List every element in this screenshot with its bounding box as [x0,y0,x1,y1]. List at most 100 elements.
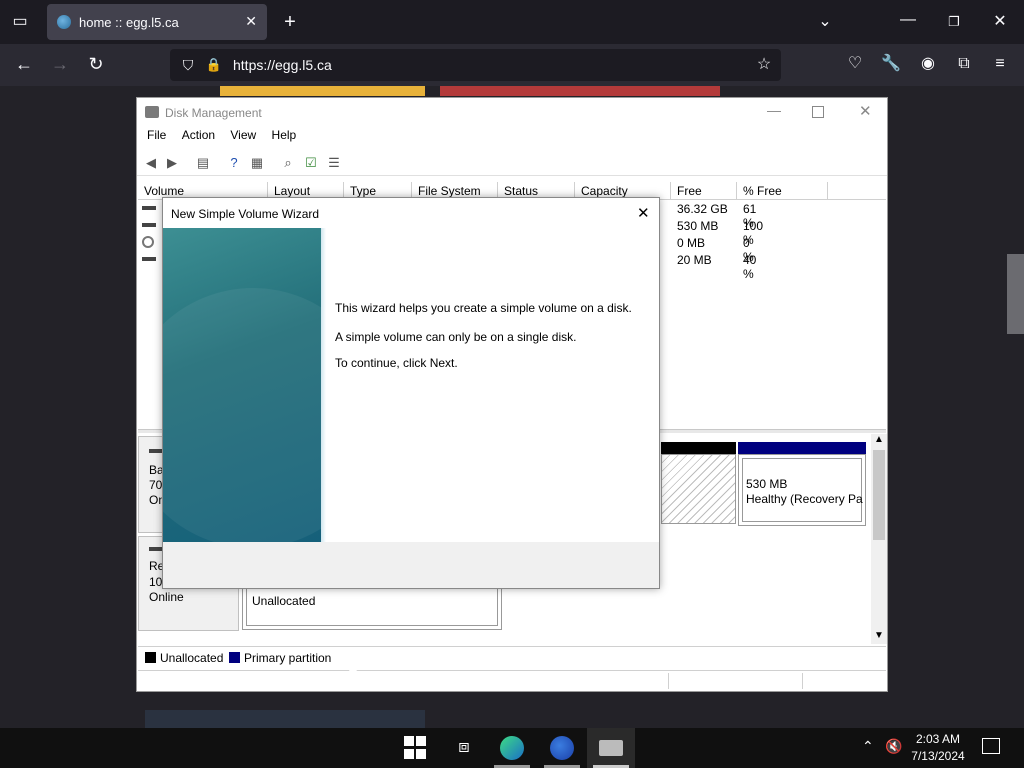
partition-header-unallocated [661,442,736,454]
legend-swatch-unallocated [145,652,156,663]
forward-icon[interactable]: ▶ [164,155,180,171]
legend-unallocated: Unallocated [160,651,224,665]
reload-icon[interactable]: ↻ [86,54,106,74]
extensions-icon[interactable]: ⧉ [954,54,974,74]
firefox-icon[interactable] [550,736,574,760]
partition-size: 530 MB [746,477,788,491]
wrench-icon[interactable]: 🔧 [881,54,901,74]
drive-icon [149,449,163,453]
dm-title: Disk Management [165,106,262,120]
status-bar [138,670,886,691]
menu-view[interactable]: View [230,128,256,142]
table-row[interactable]: 20 MB 40 % [677,253,756,281]
scroll-down-icon[interactable]: ▼ [874,630,884,641]
restore-icon[interactable]: ❐ [944,12,964,32]
col-free-space[interactable]: Free Spa... [671,182,737,216]
disk-view-scroll-thumb[interactable] [873,450,885,540]
menu-icon[interactable]: ≡ [990,54,1010,74]
page-image-strip [145,710,425,730]
wizard-body: This wizard helps you create a simple vo… [163,228,659,542]
status-divider [802,673,803,689]
table-row[interactable]: 36.32 GB 61 % [677,202,756,230]
status-divider [668,673,669,689]
close-icon[interactable]: ✕ [859,102,872,120]
close-window-icon[interactable]: ✕ [990,12,1010,32]
tab-overflow-icon[interactable]: ⌄ [815,12,835,32]
back-icon[interactable]: ◀ [143,155,159,171]
unallocated-label: Unallocated [252,594,316,608]
browser-tab[interactable]: home :: egg.l5.ca ✕ [47,4,267,40]
unallocated-partition[interactable]: Unallocated [242,584,502,630]
windows-start-icon[interactable] [404,736,428,760]
chevron-up-icon[interactable]: ⌃ [862,738,874,755]
page-scrollbar[interactable] [1007,254,1024,334]
clock-time: 2:03 AM [915,732,961,746]
check-icon[interactable]: ☑ [303,155,319,171]
partition-status: Healthy (Recovery Pa [746,492,863,506]
menu-action[interactable]: Action [182,128,215,142]
lock-icon[interactable]: 🔒 [204,55,224,75]
free-space-cell: 20 MB [677,253,712,267]
back-icon[interactable]: ← [14,54,34,74]
url-bar[interactable]: ⛉ 🔒 https://egg.l5.ca ☆ [170,49,781,81]
globe-icon [57,15,71,29]
table-row[interactable]: 530 MB 100 % [677,219,763,247]
windows-taskbar: ⧈ ⌃ 🔇 [0,728,1024,768]
wizard-title: New Simple Volume Wizard [171,207,320,221]
legend-bar: Unallocated Primary partition [138,646,886,668]
menu-help[interactable]: Help [272,128,297,142]
page-image-strip [440,86,720,96]
legend-swatch-primary [229,652,240,663]
tab-list-icon[interactable]: ▭ [10,12,30,32]
volume-muted-icon[interactable]: 🔇 [885,738,902,755]
drive-icon [142,257,156,261]
maximize-icon[interactable] [812,106,824,118]
console-tree-icon[interactable]: ▤ [195,155,211,171]
help-icon[interactable]: ? [226,155,242,171]
table-row[interactable]: 0 MB 0 % [677,236,754,264]
partition-hatched[interactable] [661,454,736,524]
free-space-cell: 530 MB [677,219,719,233]
disc-icon [142,236,154,248]
disk-management-icon[interactable] [599,740,623,756]
pct-free-cell: 40 % [743,253,757,281]
new-simple-volume-wizard: New Simple Volume Wizard ✕ This wizard h… [162,197,660,589]
close-icon[interactable]: ✕ [637,204,650,222]
forward-icon[interactable]: → [50,54,70,74]
free-space-cell: 0 MB [677,236,706,250]
task-view-icon[interactable]: ⧈ [452,736,476,760]
disk-management-icon [145,106,159,118]
minimize-icon[interactable]: — [898,10,918,30]
dm-toolbar: ◀ ▶ ▤ ? ▦ ⌕ ☑ ☰ [137,150,887,176]
menu-file[interactable]: File [147,128,166,142]
new-tab-icon[interactable]: + [280,12,300,32]
wizard-intro-line2: A simple volume can only be on a single … [335,330,577,344]
dm-title-bar: Disk Management — ✕ [137,98,887,126]
wizard-intro-line3: To continue, click Next. [335,356,458,370]
pocket-icon[interactable]: ♡ [845,54,865,74]
browser-tab-bar: ▭ home :: egg.l5.ca ✕ + ⌄ — ❐ ✕ [0,0,1024,44]
free-space-cell: 36.32 GB [677,202,728,216]
rescan-icon[interactable]: ⌕ [280,155,296,171]
shield-icon[interactable]: ⛉ [178,55,198,75]
notification-icon[interactable] [982,738,1000,754]
wizard-banner-edge [321,228,326,542]
wizard-intro-line1: This wizard helps you create a simple vo… [335,301,632,315]
legend-primary: Primary partition [244,651,332,665]
drive-icon [142,206,156,210]
col-pct-free[interactable]: % Free [737,182,828,200]
wizard-title-bar: New Simple Volume Wizard ✕ [163,198,659,228]
list-icon[interactable]: ☰ [326,155,342,171]
star-icon[interactable]: ☆ [754,55,774,75]
properties-icon[interactable]: ▦ [249,155,265,171]
disk1-status: Online [149,590,184,604]
taskbar-clock[interactable]: 2:03 AM 7/13/2024 [906,731,970,765]
minimize-icon[interactable]: — [767,102,781,118]
partition-header-primary [738,442,866,454]
edge-icon[interactable] [500,736,524,760]
close-tab-icon[interactable]: ✕ [245,13,257,30]
recovery-partition[interactable]: 530 MB Healthy (Recovery Pa [738,454,866,526]
account-icon[interactable]: ◉ [918,54,938,74]
drive-icon [149,547,163,551]
scroll-up-icon[interactable]: ▲ [874,434,884,445]
